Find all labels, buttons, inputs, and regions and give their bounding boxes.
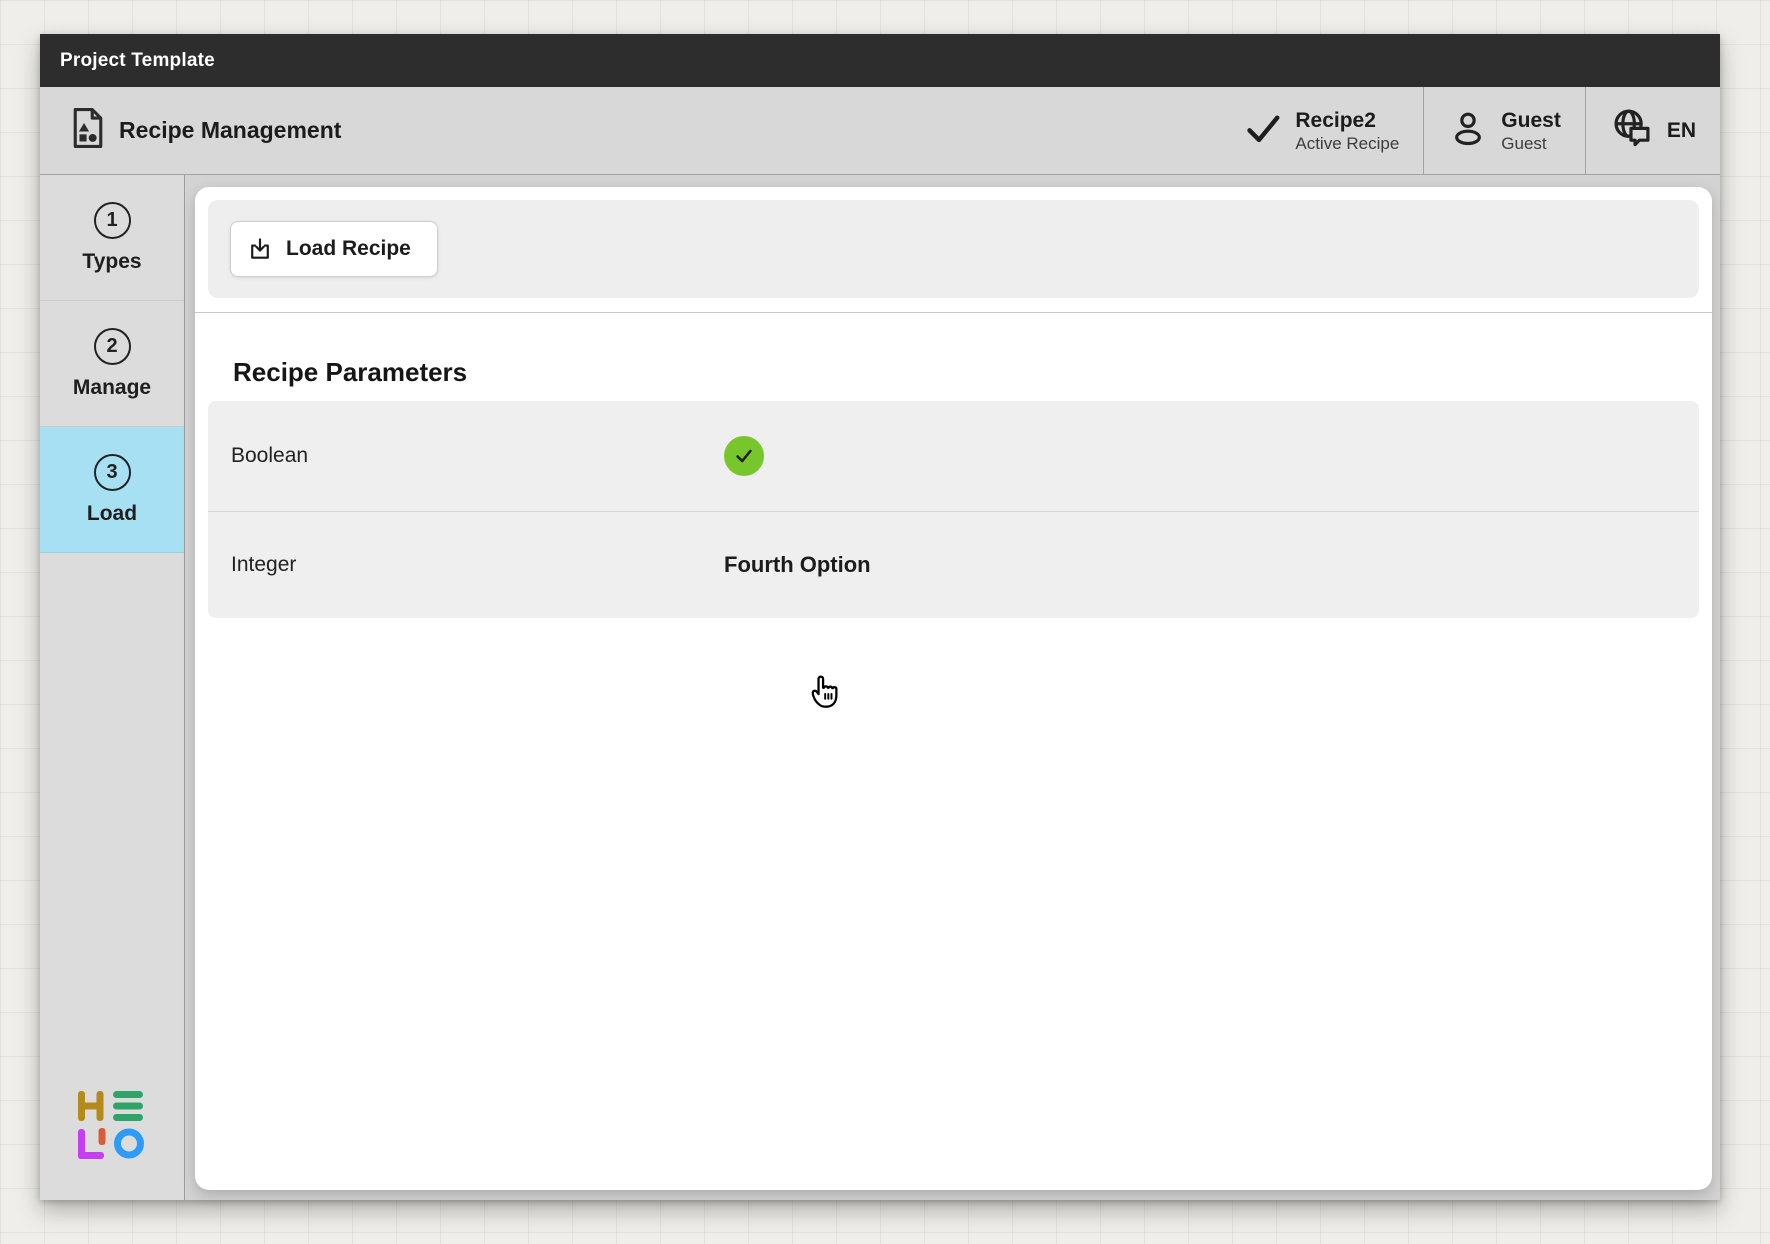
section-divider — [195, 312, 1712, 313]
app-body: 1 Types 2 Manage 3 Load — [40, 175, 1720, 1200]
main-content: Load Recipe Recipe Parameters Boolean — [185, 175, 1720, 1200]
load-recipe-label: Load Recipe — [286, 237, 411, 261]
sidebar-step-types[interactable]: 1 Types — [40, 175, 184, 301]
language-switcher[interactable]: EN — [1585, 87, 1720, 174]
desktop: { "window": { "titlebar": "Project Templ… — [0, 0, 1770, 1244]
header-app-identity: Recipe Management — [40, 87, 1220, 174]
checkmark-icon — [1244, 109, 1282, 152]
step-number-circle: 3 — [94, 454, 131, 491]
load-step-panel: Load Recipe Recipe Parameters Boolean — [195, 187, 1712, 1190]
user-role: Guest — [1501, 133, 1561, 154]
recipe-document-icon — [71, 106, 105, 155]
app-header: Recipe Management Recipe2 Active Recipe — [40, 87, 1720, 175]
user-menu[interactable]: Guest Guest — [1423, 87, 1585, 174]
active-recipe-label: Active Recipe — [1295, 133, 1399, 154]
language-code: EN — [1667, 119, 1696, 143]
step-number-circle: 2 — [94, 328, 131, 365]
parameter-name: Integer — [231, 553, 296, 577]
download-icon — [247, 236, 273, 262]
step-sidebar: 1 Types 2 Manage 3 Load — [40, 175, 185, 1200]
active-recipe-name: Recipe2 — [1295, 108, 1399, 133]
window-titlebar: Project Template — [40, 34, 1720, 87]
recipe-toolbar: Load Recipe — [208, 200, 1699, 298]
step-label: Manage — [73, 376, 151, 400]
user-icon — [1448, 106, 1488, 155]
sidebar-step-manage[interactable]: 2 Manage — [40, 301, 184, 427]
step-label: Types — [82, 250, 141, 274]
boolean-checked-toggle[interactable] — [724, 436, 764, 476]
step-label: Load — [87, 502, 137, 526]
sidebar-step-load[interactable]: 3 Load — [40, 427, 184, 553]
integer-selected-option[interactable]: Fourth Option — [724, 552, 871, 577]
parameters-list: Boolean Integer Fourth Option — [208, 401, 1699, 618]
parameter-row-integer: Integer Fourth Option — [208, 511, 1699, 618]
window-title: Project Template — [60, 50, 215, 72]
parameter-name: Boolean — [231, 444, 308, 468]
page-title: Recipe Management — [119, 117, 341, 144]
load-recipe-button[interactable]: Load Recipe — [230, 221, 438, 277]
step-number-circle: 1 — [94, 202, 131, 239]
globe-language-icon — [1610, 105, 1654, 156]
section-title: Recipe Parameters — [233, 357, 1699, 388]
active-recipe-status[interactable]: Recipe2 Active Recipe — [1220, 87, 1423, 174]
user-name: Guest — [1501, 108, 1561, 133]
app-window: Project Template Recipe Management — [40, 34, 1720, 1200]
helio-logo — [78, 1091, 144, 1166]
parameter-row-boolean: Boolean — [208, 401, 1699, 511]
